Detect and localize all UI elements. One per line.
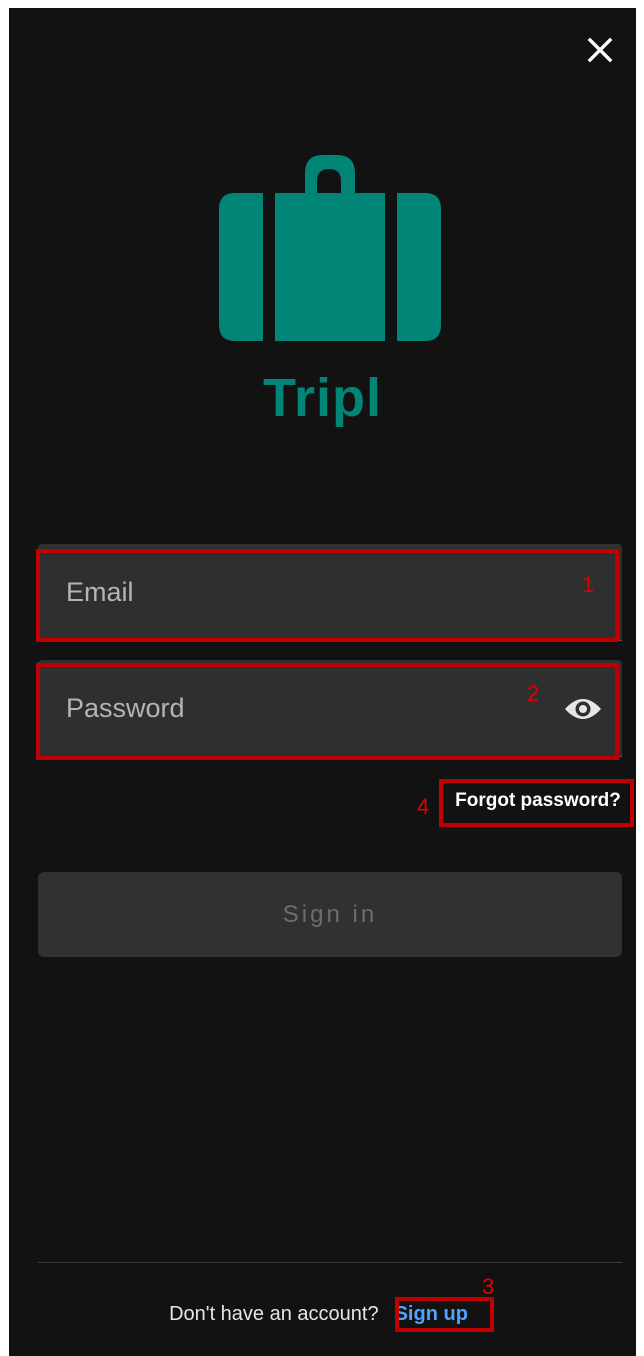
login-screen: Tripl 1 2 Forgot password? 4 Sign in Don… bbox=[9, 8, 636, 1356]
footer-divider bbox=[38, 1262, 622, 1263]
email-field[interactable] bbox=[38, 544, 622, 640]
close-button[interactable] bbox=[580, 30, 620, 70]
suitcase-icon bbox=[219, 155, 441, 341]
email-field-container bbox=[38, 544, 622, 641]
sign-in-button[interactable]: Sign in bbox=[38, 872, 622, 957]
app-name: Tripl bbox=[262, 368, 382, 428]
password-field-container bbox=[38, 660, 622, 757]
forgot-password-link[interactable]: Forgot password? bbox=[445, 780, 631, 822]
sign-up-question: Don't have an account? bbox=[169, 1302, 379, 1325]
eye-icon bbox=[565, 699, 601, 719]
sign-up-prompt: Don't have an account? Sign up bbox=[9, 1299, 636, 1329]
app-logo bbox=[219, 155, 441, 341]
annotation-label-3: 3 bbox=[482, 1274, 495, 1299]
password-visibility-toggle[interactable] bbox=[562, 690, 604, 728]
password-field[interactable] bbox=[38, 660, 622, 756]
close-icon bbox=[587, 37, 613, 63]
annotation-label-4: 4 bbox=[417, 794, 430, 819]
sign-up-link[interactable]: Sign up bbox=[387, 1301, 476, 1328]
